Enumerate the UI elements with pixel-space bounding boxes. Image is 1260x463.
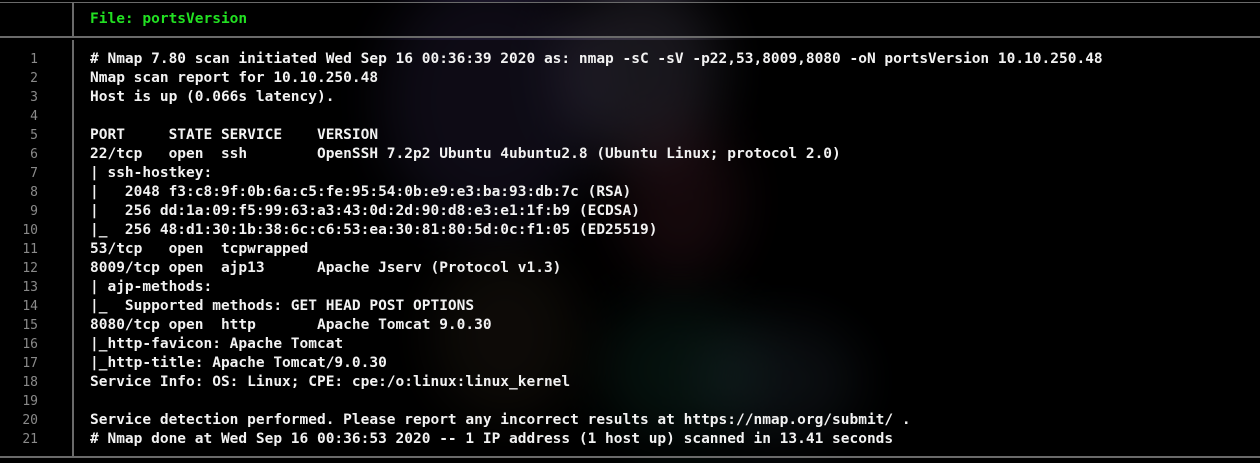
code-line: PORT STATE SERVICE VERSION xyxy=(90,127,379,143)
line-number: 18 xyxy=(22,375,38,390)
code-line: Service detection performed. Please repo… xyxy=(90,412,911,428)
line-number: 1 xyxy=(30,52,38,67)
line-number: 17 xyxy=(22,356,38,371)
header-gutter xyxy=(0,3,74,36)
line-number: 4 xyxy=(30,109,38,124)
line-number: 2 xyxy=(30,71,38,86)
line-number: 13 xyxy=(22,280,38,295)
code-line: Host is up (0.066s latency). xyxy=(90,89,335,105)
file-content: 1 2 3 4 5 6 7 8 9 10 11 12 13 14 15 16 17 18 19 20 21 # Nmap… xyxy=(0,40,1260,458)
line-number: 15 xyxy=(22,318,38,333)
line-number: 11 xyxy=(22,242,38,257)
line-number-gutter: 1 2 3 4 5 6 7 8 9 10 11 12 13 14 15 16 17 18 19 20 21 xyxy=(0,40,74,456)
line-number: 6 xyxy=(30,147,38,162)
line-number: 12 xyxy=(22,261,38,276)
code-line: # Nmap done at Wed Sep 16 00:36:53 2020 … xyxy=(90,431,894,447)
code-line: | 256 dd:1a:09:f5:99:63:a3:43:0d:2d:90:d… xyxy=(90,203,640,219)
line-number: 19 xyxy=(22,394,38,409)
file-header: File: portsVersion xyxy=(0,2,1260,38)
code-line: 22/tcp open ssh OpenSSH 7.2p2 Ubuntu 4ub… xyxy=(90,146,841,162)
code-line: |_ 256 48:d1:30:1b:38:6c:c6:53:ea:30:81:… xyxy=(90,222,658,238)
code-line: # Nmap 7.80 scan initiated Wed Sep 16 00… xyxy=(90,51,1103,67)
line-number: 8 xyxy=(30,185,38,200)
file-viewer: File: portsVersion 1 2 3 4 5 6 7 8 9 10 11 12 13 14 15… xyxy=(0,0,1260,463)
code-line: 53/tcp open tcpwrapped xyxy=(90,241,309,257)
line-number: 5 xyxy=(30,128,38,143)
line-number: 3 xyxy=(30,90,38,105)
code-line: | ssh-hostkey: xyxy=(90,165,213,181)
code-line: Service Info: OS: Linux; CPE: cpe:/o:lin… xyxy=(90,374,571,390)
line-number: 14 xyxy=(22,299,38,314)
line-number: 7 xyxy=(30,166,38,181)
code-line: Nmap scan report for 10.10.250.48 xyxy=(90,70,379,86)
line-number: 16 xyxy=(22,337,38,352)
code-line: |_http-title: Apache Tomcat/9.0.30 xyxy=(90,355,387,371)
code-line: | 2048 f3:c8:9f:0b:6a:c5:fe:95:54:0b:e9:… xyxy=(90,184,632,200)
code-line: |_http-favicon: Apache Tomcat xyxy=(90,336,344,352)
line-number: 21 xyxy=(22,432,38,447)
line-number: 20 xyxy=(22,413,38,428)
code-line: 8080/tcp open http Apache Tomcat 9.0.30 xyxy=(90,317,492,333)
line-number: 9 xyxy=(30,204,38,219)
file-title: File: portsVersion xyxy=(90,11,248,27)
line-number: 10 xyxy=(22,223,38,238)
code-line: | ajp-methods: xyxy=(90,279,213,295)
code-line: 8009/tcp open ajp13 Apache Jserv (Protoc… xyxy=(90,260,562,276)
code-line: |_ Supported methods: GET HEAD POST OPTI… xyxy=(90,298,475,314)
